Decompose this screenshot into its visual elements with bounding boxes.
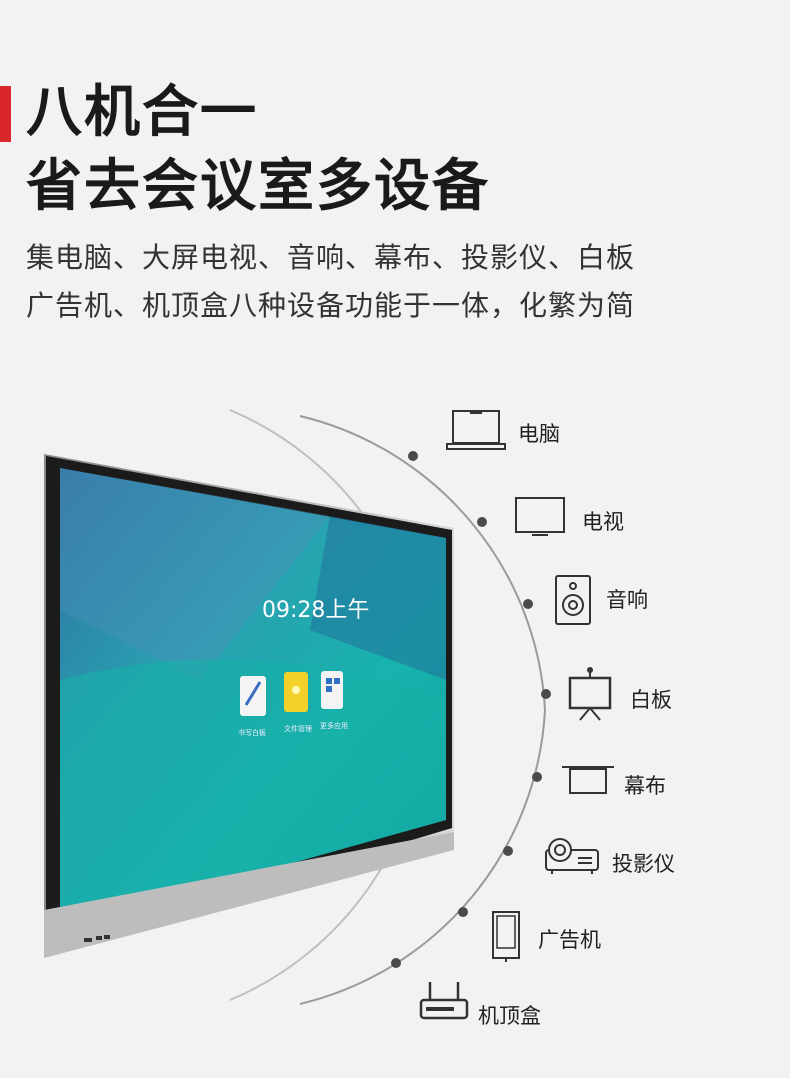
headline-line1: 八机合一 bbox=[26, 80, 258, 145]
device-label-projector: 投影仪 bbox=[612, 852, 675, 876]
subtitle-line2: 广告机、机顶盒八种设备功能于一体，化繁为简 bbox=[26, 289, 636, 322]
laptop-icon bbox=[446, 410, 506, 450]
tv-icon bbox=[515, 497, 565, 536]
app-label-whiteboard: 书写白板 bbox=[238, 729, 266, 737]
device-label-whiteboard: 白板 bbox=[630, 688, 672, 712]
app-label-files: 文件管理 bbox=[284, 725, 312, 733]
product-illustration: 09:28上午 书写白板 文件管理 更多应用 电脑 电视 音响 白板 幕布 投影… bbox=[0, 380, 790, 1078]
device-label-ad-machine: 广告机 bbox=[538, 928, 601, 952]
app-label-more: 更多应用 bbox=[320, 722, 348, 730]
projector-icon bbox=[545, 838, 599, 874]
ad-machine-icon bbox=[492, 911, 520, 962]
interactive-flat-panel bbox=[44, 454, 454, 958]
device-label-projection-screen: 幕布 bbox=[624, 774, 666, 798]
screen-clock: 09:28上午 bbox=[262, 598, 370, 623]
set-top-box-icon bbox=[419, 982, 469, 1020]
accent-bar bbox=[0, 86, 11, 142]
device-label-computer: 电脑 bbox=[518, 422, 560, 446]
screen-icon bbox=[562, 766, 614, 794]
device-label-set-top-box: 机顶盒 bbox=[478, 1004, 541, 1028]
device-label-tv: 电视 bbox=[582, 510, 624, 534]
whiteboard-icon bbox=[568, 667, 612, 721]
device-label-speaker: 音响 bbox=[606, 588, 648, 612]
speaker-icon bbox=[555, 575, 591, 625]
subtitle-line1: 集电脑、大屏电视、音响、幕布、投影仪、白板 bbox=[26, 241, 636, 274]
headline-line2: 省去会议室多设备 bbox=[26, 154, 490, 219]
